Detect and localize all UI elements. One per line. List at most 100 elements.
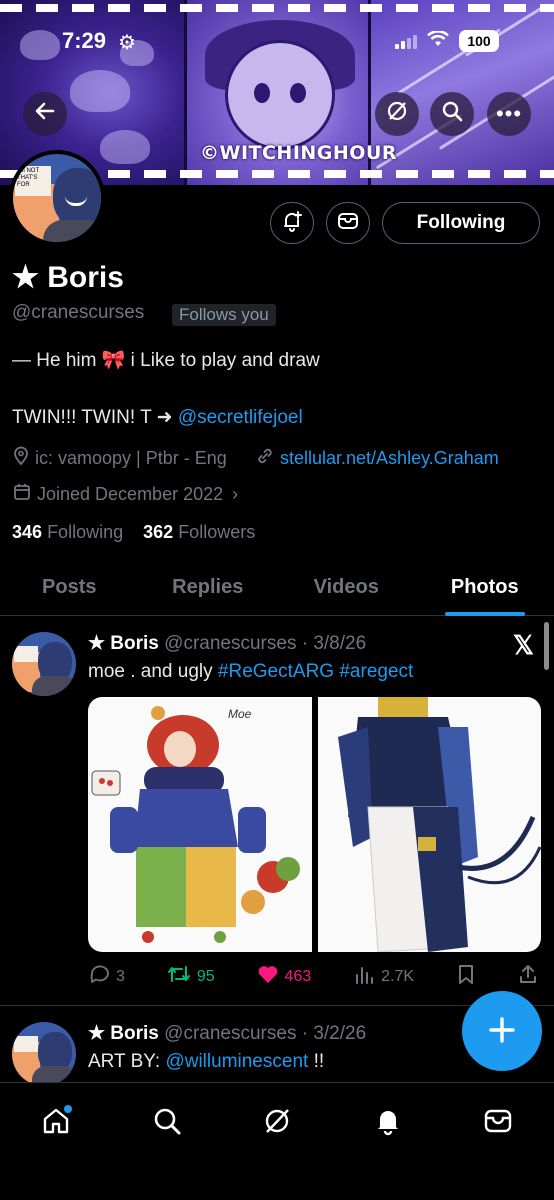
post-text: ART BY: @willuminescent !! — [88, 1051, 324, 1073]
follow-counts: 346 Following 362 Followers — [12, 522, 255, 543]
bio-mention-link[interactable]: @secretlifejoel — [178, 407, 303, 428]
compose-post-button[interactable] — [462, 991, 542, 1071]
wifi-icon — [427, 29, 449, 52]
scrollbar[interactable] — [544, 622, 549, 670]
settings-status-icon: ⚙ — [118, 32, 136, 54]
tab-posts[interactable]: Posts — [0, 560, 139, 615]
more-button[interactable]: ••• — [487, 92, 531, 136]
link-icon — [255, 446, 275, 471]
grok-icon — [386, 100, 408, 128]
reply-button[interactable]: 3 — [88, 963, 125, 991]
search-icon — [152, 1106, 182, 1141]
active-tab-indicator — [444, 612, 525, 616]
post-avatar[interactable] — [12, 632, 76, 696]
bookmark-icon — [456, 963, 476, 991]
post-header: ★ Boris @cranescurses · 3/8/26 — [88, 632, 366, 655]
post-media[interactable]: Moe — [88, 697, 541, 952]
hashtag-link[interactable]: #ReGectARG — [218, 661, 334, 682]
views-button[interactable]: 2.7K — [353, 963, 414, 991]
display-name: ★ Boris — [12, 261, 124, 294]
location-icon — [12, 446, 30, 471]
notifications-toggle-button[interactable] — [270, 202, 314, 244]
nav-search[interactable] — [145, 1101, 189, 1145]
search-button[interactable] — [430, 92, 474, 136]
like-icon — [257, 964, 279, 990]
post-author-name[interactable]: ★ Boris — [88, 1023, 159, 1044]
post-actions: 3 95 463 2.7K — [88, 963, 538, 991]
following-label: Following — [47, 522, 124, 542]
following-count-link[interactable]: 346 Following — [12, 522, 123, 542]
back-button[interactable] — [23, 92, 67, 136]
artwork-caption: Moe — [228, 707, 252, 721]
share-button[interactable] — [518, 963, 538, 991]
post-text-suffix: !! — [308, 1051, 325, 1072]
post-handle-date: @cranescurses · 3/2/26 — [164, 1023, 367, 1044]
repost-button[interactable]: 95 — [167, 963, 215, 991]
profile-handle: @cranescurses — [12, 302, 145, 323]
grok-button[interactable] — [375, 92, 419, 136]
profile-tabs: Posts Replies Videos Photos — [0, 560, 554, 616]
add-notification-icon — [281, 210, 303, 237]
nav-home[interactable] — [34, 1101, 78, 1145]
like-button[interactable]: 463 — [257, 964, 312, 990]
search-icon — [441, 100, 463, 128]
grok-icon — [262, 1106, 292, 1141]
chevron-right-icon[interactable]: › — [232, 484, 238, 505]
mail-icon — [483, 1107, 513, 1140]
tab-label: Videos — [313, 576, 379, 598]
message-button[interactable] — [326, 202, 370, 244]
following-button[interactable]: Following — [382, 202, 540, 244]
back-arrow-icon — [34, 100, 56, 128]
tab-videos[interactable]: Videos — [277, 560, 416, 615]
signal-icon — [395, 33, 417, 49]
clown-artwork-image[interactable]: Moe — [88, 697, 312, 952]
website-link[interactable]: stellular.net/Ashley.Graham — [280, 448, 499, 469]
tab-photos[interactable]: Photos — [416, 560, 554, 616]
profile-avatar[interactable]: I'M NOT THAT'S FOR — [9, 150, 105, 246]
views-count: 2.7K — [381, 968, 415, 985]
nav-notifications[interactable] — [366, 1101, 410, 1145]
bottom-navigation — [0, 1082, 554, 1200]
tab-label: Replies — [172, 576, 244, 598]
tab-label: Photos — [450, 576, 519, 598]
reply-count: 3 — [116, 968, 125, 985]
views-icon — [353, 963, 375, 991]
post-text: moe . and ugly #ReGectARG #aregect — [88, 661, 413, 683]
suit-character-artwork-image[interactable] — [317, 697, 541, 952]
post-author-name[interactable]: ★ Boris — [88, 633, 159, 654]
repost-icon — [167, 963, 191, 991]
compose-icon — [487, 1006, 517, 1056]
joined-text: Joined December 2022 — [37, 484, 224, 504]
x-logo-icon: 𝕏 — [513, 630, 534, 660]
bookmark-button[interactable] — [456, 963, 476, 991]
bio-line-2: TWIN!!! TWIN! T ➜ @secretlifejoel — [12, 406, 303, 429]
post-text-body: ART BY: — [88, 1051, 166, 1072]
status-indicators: 100 — [395, 29, 499, 52]
calendar-icon — [12, 482, 32, 507]
follows-you-badge: Follows you — [172, 304, 276, 326]
post-text-body: moe . and ugly — [88, 661, 218, 682]
profile-website[interactable]: stellular.net/Ashley.Graham — [255, 446, 499, 471]
mention-link[interactable]: @willuminescent — [165, 1051, 308, 1072]
like-count: 463 — [284, 968, 312, 985]
repost-count: 95 — [196, 968, 215, 985]
tab-replies[interactable]: Replies — [139, 560, 278, 615]
mail-icon — [337, 211, 359, 236]
more-icon: ••• — [495, 101, 523, 126]
post-avatar[interactable] — [12, 1022, 76, 1086]
post-handle-date: @cranescurses · 3/8/26 — [164, 633, 367, 654]
nav-grok[interactable] — [255, 1101, 299, 1145]
hashtag-link[interactable]: #aregect — [339, 661, 413, 682]
profile-location: ic: vamoopy | Ptbr - Eng — [12, 446, 227, 471]
bio-text: TWIN!!! TWIN! T ➜ — [12, 407, 178, 428]
followers-label: Followers — [178, 522, 256, 542]
status-time: 7:29 — [62, 28, 107, 53]
post-header: ★ Boris @cranescurses · 3/2/26 — [88, 1022, 366, 1045]
bell-icon — [373, 1106, 403, 1141]
nav-messages[interactable] — [476, 1101, 520, 1145]
profile-joined: Joined December 2022 › — [12, 482, 238, 507]
tab-label: Posts — [42, 576, 97, 598]
unread-dot — [64, 1105, 72, 1113]
battery-indicator: 100 — [459, 30, 499, 52]
followers-count-link[interactable]: 362 Followers — [143, 522, 255, 542]
